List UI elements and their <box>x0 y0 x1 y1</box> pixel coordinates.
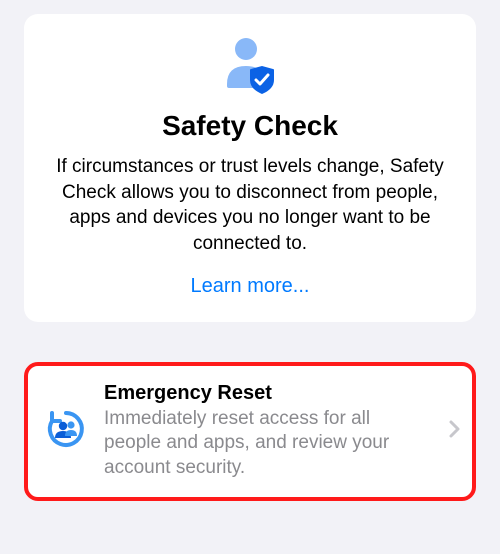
reset-people-icon <box>44 407 88 456</box>
emergency-reset-text: Emergency Reset Immediately reset access… <box>104 382 432 481</box>
chevron-right-icon <box>448 419 462 444</box>
learn-more-link[interactable]: Learn more... <box>191 275 310 298</box>
emergency-reset-title: Emergency Reset <box>104 382 432 405</box>
safety-check-card: Safety Check If circumstances or trust l… <box>24 14 476 322</box>
safety-check-title: Safety Check <box>40 110 460 142</box>
emergency-reset-button[interactable]: Emergency Reset Immediately reset access… <box>24 362 476 501</box>
emergency-reset-description: Immediately reset access for all people … <box>104 407 432 481</box>
person-shield-icon <box>40 36 460 96</box>
safety-check-description: If circumstances or trust levels change,… <box>40 154 460 257</box>
